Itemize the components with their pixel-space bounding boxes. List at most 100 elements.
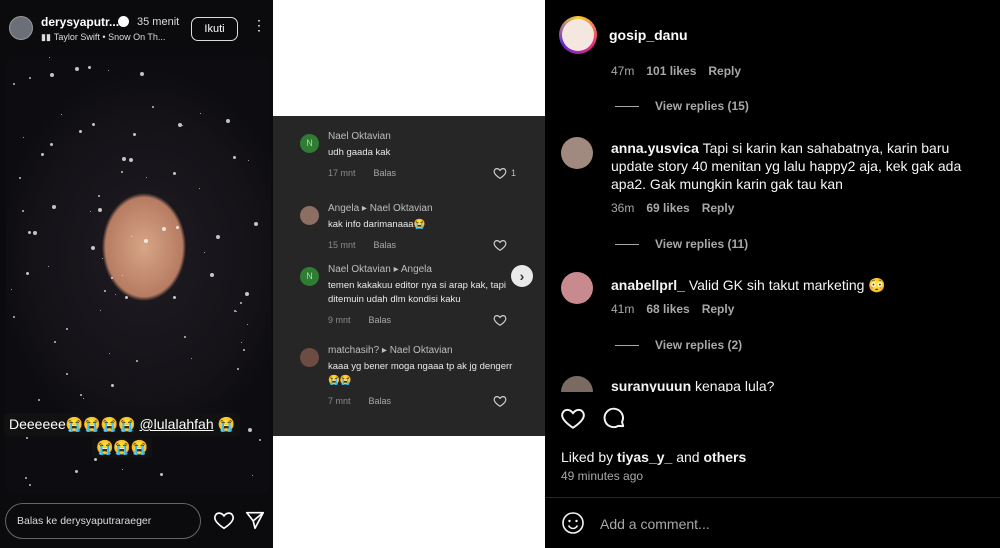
snowflake [247, 324, 248, 325]
snowflake [233, 156, 236, 159]
snowflake [199, 188, 200, 189]
comment-meta: 15 mnt Balas [328, 240, 396, 250]
comment-likes[interactable]: 68 likes [646, 302, 689, 316]
reply-button[interactable]: Balas [374, 168, 397, 178]
comment-time: 15 mnt [328, 240, 356, 250]
avatar[interactable] [561, 137, 593, 169]
comment-username[interactable]: gosip_danu [609, 27, 688, 43]
snowflake [29, 484, 31, 486]
snowflake [136, 360, 138, 362]
comment-text: suranyuuun kenapa lula? [611, 377, 991, 392]
liked-by: Liked by tiyas_y_ and others [561, 449, 746, 465]
comment-text: temen kakakuu editor nya si arap kak, ta… [328, 280, 506, 291]
add-comment-input[interactable]: Add a comment... [600, 516, 710, 532]
reply-button[interactable]: Reply [708, 64, 741, 78]
snowflake [29, 77, 31, 79]
avatar[interactable] [561, 376, 593, 392]
story-username[interactable]: derysyaputr... [41, 15, 119, 29]
avatar[interactable]: N [300, 134, 319, 153]
reply-button[interactable]: Balas [374, 240, 397, 250]
story-caption-line1: Deeeeee😭😭😭😭 @lulalahfah 😭 [4, 413, 240, 436]
snowflake [131, 236, 132, 237]
snowflake [122, 469, 123, 470]
chevron-right-icon[interactable]: › [511, 265, 533, 287]
snowflake [54, 341, 56, 343]
comment-author[interactable]: Angela ▸ Nael Oktavian [328, 203, 433, 214]
reply-button[interactable]: Balas [369, 315, 392, 325]
view-replies-button[interactable]: View replies (15) [615, 99, 749, 113]
comment-username[interactable]: anna.yusvica [611, 140, 699, 156]
snowflake [49, 57, 50, 58]
avatar[interactable] [559, 16, 597, 54]
avatar[interactable] [9, 16, 33, 40]
snowflake [122, 275, 123, 276]
snowflake [11, 289, 12, 290]
snowflake [133, 133, 136, 136]
liked-by-and: and [676, 449, 700, 465]
post-time: 49 minutes ago [561, 469, 644, 483]
snowflake [252, 475, 253, 476]
comment-username[interactable]: suranyuuun [611, 378, 691, 392]
comment-time: 41m [611, 302, 635, 316]
story-panel: derysyaputr... 35 menit ▮▮ Taylor Swift •… [0, 0, 273, 548]
emoji-icon[interactable] [561, 511, 585, 535]
snowflake [75, 470, 78, 473]
liked-by-others[interactable]: others [703, 449, 746, 465]
reply-button[interactable]: Reply [702, 302, 735, 316]
snowflake [61, 114, 62, 115]
comment-username[interactable]: anabellprl_ [611, 277, 685, 293]
comment-time: 17 mnt [328, 168, 356, 178]
comment-author[interactable]: matchasih? ▸ Nael Oktavian [328, 345, 453, 356]
comment-likes[interactable]: 101 likes [646, 64, 696, 78]
snowflake [129, 158, 133, 162]
avatar[interactable]: N [300, 267, 319, 286]
reply-button[interactable]: Reply [702, 201, 735, 215]
story-caption-line2: 😭😭😭 [92, 437, 153, 458]
snowflake [140, 72, 144, 76]
more-options-icon[interactable]: ⋮ [252, 18, 266, 32]
avatar[interactable] [300, 206, 319, 225]
snowflake [144, 239, 148, 243]
comment-author[interactable]: Nael Oktavian [328, 131, 391, 142]
view-replies-button[interactable]: View replies (11) [615, 237, 748, 251]
comment-time: 47m [611, 64, 635, 78]
reply-button[interactable]: Balas [369, 396, 392, 406]
story-reply-input[interactable]: Balas ke derysyaputraraeger [5, 503, 201, 539]
snowflake [204, 252, 205, 253]
heart-icon[interactable] [213, 509, 235, 531]
snowflake [13, 83, 15, 85]
comment-text: anna.yusvica Tapi si karin kan sahabatny… [611, 139, 991, 193]
snowflake [111, 384, 114, 387]
comment-text: anabellprl_ Valid GK sih takut marketing… [611, 276, 991, 294]
heart-icon[interactable] [493, 166, 507, 180]
send-icon[interactable] [244, 509, 266, 531]
snowflake [122, 157, 126, 161]
music-label[interactable]: ▮▮ Taylor Swift • Snow On Th... [41, 32, 165, 43]
heart-icon[interactable] [493, 394, 507, 408]
comment-bubble-icon[interactable] [601, 405, 627, 431]
snowflake [52, 205, 56, 209]
like-heart-icon[interactable] [560, 405, 586, 431]
snowflake [98, 208, 102, 212]
snowflake [66, 328, 68, 330]
snowflake [98, 195, 100, 197]
follow-button[interactable]: Ikuti [191, 17, 238, 41]
avatar[interactable] [561, 272, 593, 304]
snowflake [176, 226, 179, 229]
heart-icon[interactable] [493, 238, 507, 252]
heart-icon[interactable] [493, 313, 507, 327]
avatar[interactable] [300, 348, 319, 367]
snowflake [146, 177, 147, 178]
caption-mention[interactable]: @lulalahfah [139, 416, 213, 432]
view-replies-button[interactable]: View replies (2) [615, 338, 742, 352]
comment-likes[interactable]: 69 likes [646, 201, 689, 215]
snowflake [66, 373, 68, 375]
snowflake [100, 310, 101, 311]
snowflake [88, 66, 91, 69]
comment-text: udh gaada kak [328, 147, 391, 158]
snowflake [104, 290, 106, 292]
comment-author[interactable]: Nael Oktavian ▸ Angela [328, 264, 432, 275]
liked-by-user[interactable]: tiyas_y_ [617, 449, 672, 465]
snowflake [162, 227, 166, 231]
snowflake [248, 428, 252, 432]
